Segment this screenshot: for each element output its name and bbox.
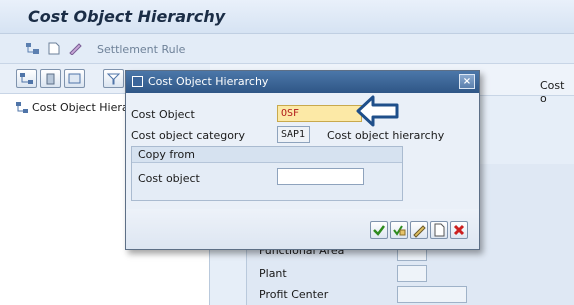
window-title-bar: Cost Object Hierarchy bbox=[0, 0, 574, 34]
dialog-title: Cost Object Hierarchy bbox=[148, 75, 269, 88]
copy-from-group: Copy from Cost object bbox=[131, 146, 403, 201]
enter-data-icon bbox=[393, 225, 406, 236]
display-button[interactable] bbox=[64, 69, 85, 88]
plant-label: Plant bbox=[259, 267, 287, 280]
plant-field[interactable] bbox=[397, 265, 427, 282]
edit-pencil-icon[interactable] bbox=[68, 42, 83, 55]
cost-object-category-field: SAP1 bbox=[277, 126, 310, 143]
cancel-x-icon bbox=[453, 224, 465, 236]
profit-center-label: Profit Center bbox=[259, 288, 329, 301]
trash-icon bbox=[46, 73, 55, 85]
hierarchy-icon[interactable] bbox=[25, 42, 40, 55]
callout-arrow-icon bbox=[356, 95, 399, 127]
edit-button[interactable] bbox=[410, 221, 428, 239]
dialog-footer bbox=[126, 209, 479, 249]
dialog-window-icon bbox=[132, 76, 143, 87]
pencil-icon bbox=[413, 225, 426, 238]
cost-object-label: Cost Object bbox=[131, 108, 195, 121]
window-title: Cost Object Hierarchy bbox=[28, 7, 226, 26]
cost-object-hierarchy-dialog: Cost Object Hierarchy × Cost Object OSF … bbox=[125, 70, 480, 250]
hierarchy-node-icon bbox=[16, 102, 28, 113]
checkmark-icon bbox=[373, 225, 385, 236]
profit-center-field[interactable] bbox=[397, 286, 467, 303]
new-page-icon bbox=[434, 223, 445, 237]
copy-from-cost-object-input[interactable] bbox=[277, 168, 364, 185]
tree-structure-icon bbox=[20, 73, 33, 84]
filter-button[interactable] bbox=[103, 69, 124, 88]
close-button[interactable]: × bbox=[459, 74, 475, 89]
display-icon bbox=[68, 73, 81, 84]
dialog-title-bar: Cost Object Hierarchy × bbox=[126, 71, 479, 93]
settlement-rule-button[interactable]: Settlement Rule bbox=[97, 43, 185, 56]
delete-button[interactable] bbox=[40, 69, 61, 88]
cancel-button[interactable] bbox=[450, 221, 468, 239]
copy-from-cost-object-label: Cost object bbox=[138, 172, 200, 185]
application-toolbar: Settlement Rule bbox=[0, 34, 574, 64]
cost-object-input[interactable]: OSF bbox=[277, 105, 362, 122]
new-document-icon[interactable] bbox=[46, 42, 61, 55]
cost-object-category-label: Cost object category bbox=[131, 129, 245, 142]
new-button[interactable] bbox=[430, 221, 448, 239]
tree-structure-button[interactable] bbox=[16, 69, 37, 88]
copy-from-title: Copy from bbox=[132, 147, 402, 163]
category-description: Cost object hierarchy bbox=[327, 129, 445, 142]
enter-data-button[interactable] bbox=[390, 221, 408, 239]
detail-header-label: Cost o bbox=[540, 79, 565, 105]
filter-icon bbox=[106, 73, 121, 85]
continue-button[interactable] bbox=[370, 221, 388, 239]
